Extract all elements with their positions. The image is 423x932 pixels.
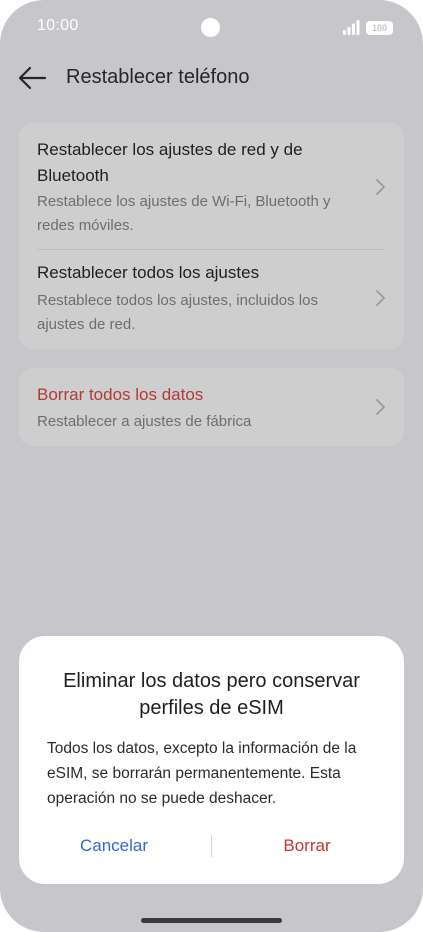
confirm-erase-dialog: Eliminar los datos pero conservar perfil…	[19, 636, 404, 884]
reset-network-bluetooth-item[interactable]: Restablecer los ajustes de red y de Blue…	[19, 123, 404, 249]
cancel-button[interactable]: Cancelar	[24, 832, 204, 860]
button-separator	[211, 835, 212, 857]
battery-icon: 100	[366, 21, 393, 35]
status-time: 10:00	[37, 17, 79, 34]
chevron-right-icon	[376, 290, 385, 306]
home-indicator[interactable]	[141, 918, 282, 923]
erase-all-data-item[interactable]: Borrar todos los datos Restablecer a aju…	[19, 368, 404, 446]
reset-options-card: Restablecer los ajustes de red y de Blue…	[19, 123, 404, 349]
reset-network-title: Restablecer los ajustes de red y de Blue…	[37, 140, 303, 185]
reset-all-settings-subtitle: Restablece todos los ajustes, incluidos …	[37, 292, 318, 333]
confirm-delete-button[interactable]: Borrar	[217, 832, 397, 860]
erase-all-data-title: Borrar todos los datos	[37, 385, 204, 404]
erase-all-data-subtitle: Restablecer a ajustes de fábrica	[37, 413, 252, 430]
front-camera	[201, 18, 220, 37]
phone-screen: 10:00 100 Restablecer teléfono Restablec…	[0, 0, 423, 932]
chevron-right-icon	[376, 179, 385, 195]
back-arrow-icon[interactable]	[17, 66, 47, 90]
reset-all-settings-item[interactable]: Restablecer todos los ajustes Restablece…	[19, 250, 404, 349]
dialog-message: Todos los datos, excepto la información …	[47, 740, 357, 807]
reset-all-settings-title: Restablecer todos los ajustes	[37, 263, 260, 282]
chevron-right-icon	[376, 399, 385, 415]
reset-network-subtitle: Restablece los ajustes de Wi-Fi, Bluetoo…	[37, 193, 331, 234]
app-header: Restablecer teléfono	[0, 56, 423, 100]
signal-icon	[343, 20, 360, 35]
erase-data-card: Borrar todos los datos Restablecer a aju…	[19, 368, 404, 446]
dialog-title: Eliminar los datos pero conservar perfil…	[63, 670, 360, 719]
status-bar: 10:00 100	[0, 0, 423, 56]
page-title: Restablecer teléfono	[66, 66, 250, 88]
